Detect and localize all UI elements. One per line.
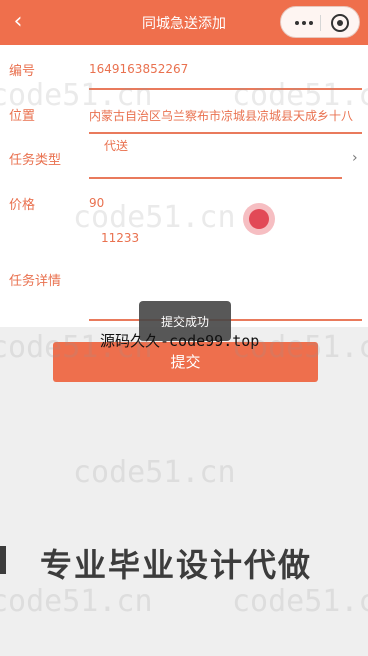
number-label: 编号 <box>9 64 36 79</box>
watermark: code51.cn <box>232 78 368 113</box>
location-underline <box>89 132 362 134</box>
mini-program-capsule <box>280 6 360 38</box>
watermark: code51.cn <box>73 200 236 235</box>
watermark: code51.cn <box>0 78 153 113</box>
toast-text: 提交成功 <box>160 315 209 329</box>
watermark: code51.cn <box>232 330 368 365</box>
task-type-select[interactable]: 代送 <box>104 137 224 154</box>
number-input[interactable]: 1649163852267 <box>89 62 359 76</box>
banner-bar <box>0 546 6 574</box>
price-label: 价格 <box>9 198 36 213</box>
chevron-right-icon[interactable]: › <box>352 150 366 166</box>
watermark: code51.cn <box>73 455 236 490</box>
nav-bar: ‹ 同城急送添加 <box>0 0 368 45</box>
close-icon[interactable] <box>331 14 349 32</box>
touch-indicator <box>243 203 275 235</box>
watermark: code51.cn <box>0 584 153 619</box>
watermark: code51.cn <box>0 330 153 365</box>
watermark-banner: 专业毕业设计代做 <box>40 546 313 584</box>
task-type-underline <box>89 177 342 179</box>
more-icon[interactable] <box>295 21 313 25</box>
details-label: 任务详情 <box>9 274 62 289</box>
watermark: code51.cn <box>232 584 368 619</box>
task-type-label: 任务类型 <box>9 153 62 168</box>
capsule-divider <box>320 15 321 31</box>
